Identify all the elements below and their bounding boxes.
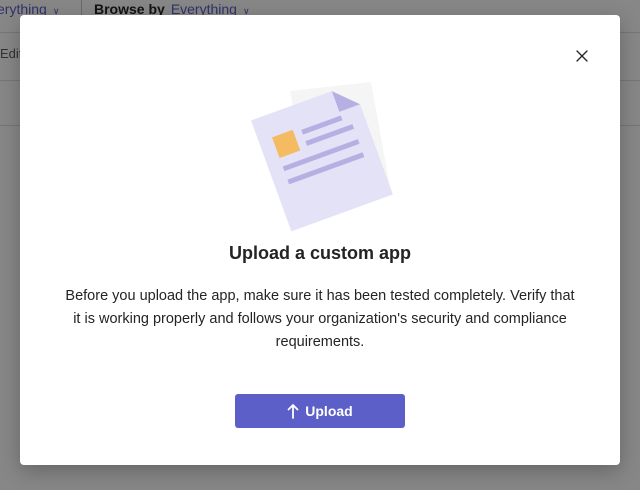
document-illustration-icon (251, 82, 393, 232)
upload-button-label: Upload (305, 403, 353, 419)
close-icon (576, 50, 588, 62)
upload-button[interactable]: Upload (235, 394, 405, 428)
dialog-title: Upload a custom app (228, 243, 412, 263)
upload-custom-app-dialog: Upload a custom app Before you upload th… (20, 15, 620, 465)
close-button[interactable] (572, 46, 592, 66)
arrow-up-icon (287, 404, 299, 419)
dialog-description: Before you upload the app, make sure it … (65, 288, 575, 350)
